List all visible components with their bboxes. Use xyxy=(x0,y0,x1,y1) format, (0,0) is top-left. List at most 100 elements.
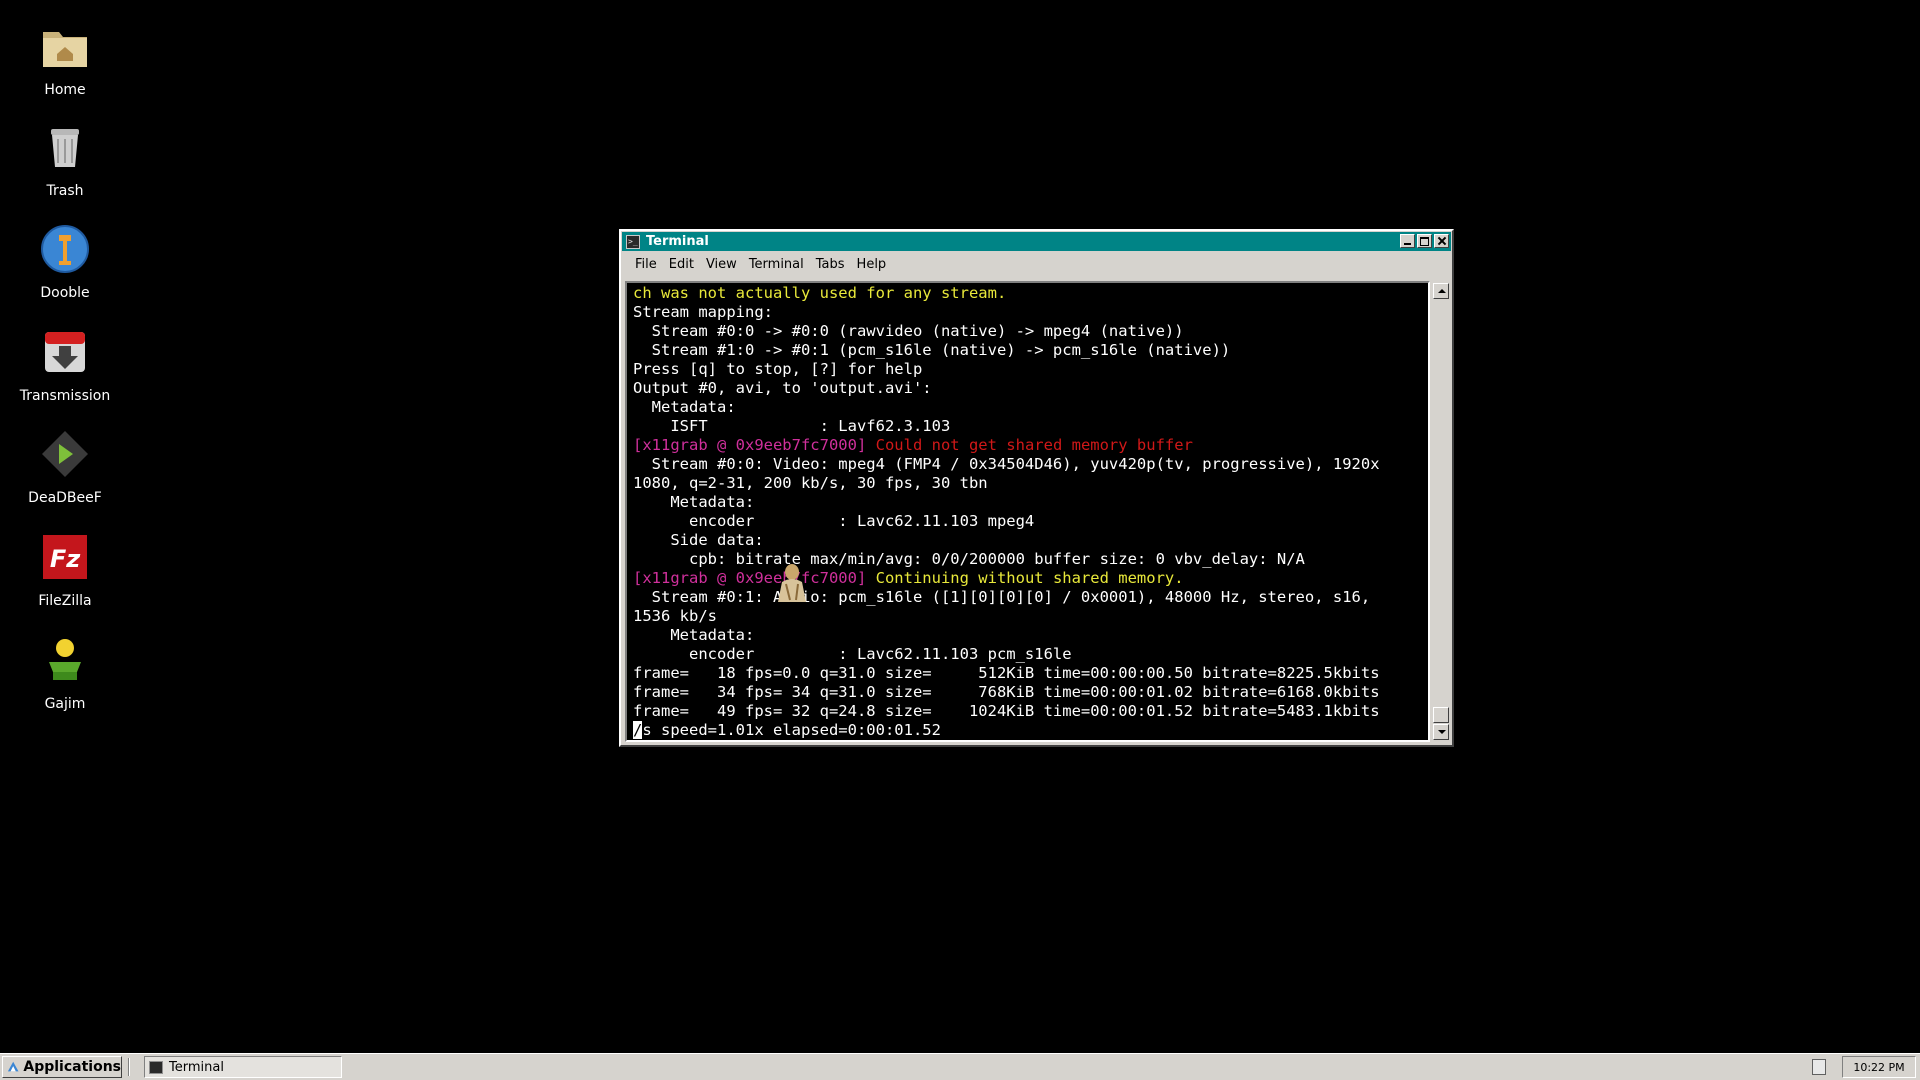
terminal-text-segment: Stream mapping: xyxy=(633,303,773,321)
menu-bar: File Edit View Terminal Tabs Help xyxy=(623,253,1450,275)
terminal-text-segment: Stream #0:1: Audio: pcm_s16le ([1][0][0]… xyxy=(633,588,1371,606)
desktop-icon-deadbeef[interactable]: DeaDBeeF xyxy=(0,428,130,506)
close-button[interactable] xyxy=(1434,234,1449,248)
terminal-line: ch was not actually used for any stream. xyxy=(633,284,1380,303)
desktop-icon-label: Transmission xyxy=(19,388,111,404)
terminal-text-segment: ISFT : Lavf62.3.103 xyxy=(633,417,951,435)
menu-help[interactable]: Help xyxy=(851,255,893,274)
terminal-line: Metadata: xyxy=(633,398,1380,417)
terminal-line: frame= 18 fps=0.0 q=31.0 size= 512KiB ti… xyxy=(633,664,1380,683)
terminal-line: Stream #0:0: Video: mpeg4 (FMP4 / 0x3450… xyxy=(633,455,1380,474)
terminal-text-segment: Stream #0:0: Video: mpeg4 (FMP4 / 0x3450… xyxy=(633,455,1380,473)
terminal-line: ISFT : Lavf62.3.103 xyxy=(633,417,1380,436)
dooble-browser-icon xyxy=(41,225,89,273)
desktop-icon-label: Gajim xyxy=(44,696,86,712)
terminal-line: /s speed=1.01x elapsed=0:00:01.52 xyxy=(633,721,1380,740)
desktop-icon-label: Home xyxy=(44,82,86,98)
terminal-line: Stream mapping: xyxy=(633,303,1380,322)
scrollbar-thumb[interactable] xyxy=(1433,707,1449,723)
deadbeef-player-icon xyxy=(42,431,88,477)
desktop-icon-filezilla[interactable]: Fz FileZilla xyxy=(0,531,130,609)
window-title: Terminal xyxy=(646,234,709,249)
terminal-text-segment: Continuing without shared memory. xyxy=(875,569,1184,587)
taskbar: Applications Terminal 10:22 PM xyxy=(0,1053,1920,1080)
taskbar-item-terminal[interactable]: Terminal xyxy=(144,1056,342,1078)
terminal-text-segment: [x11grab @ 0x9eeb7fc7000] xyxy=(633,569,876,587)
terminal-line: encoder : Lavc62.11.103 mpeg4 xyxy=(633,512,1380,531)
terminal-icon: >_ xyxy=(626,234,640,249)
terminal-line: 1536 kb/s xyxy=(633,607,1380,626)
terminal-text-segment: 1536 kb/s xyxy=(633,607,717,625)
terminal-text-segment: ch was not actually used for any stream. xyxy=(633,284,1007,302)
gajim-icon xyxy=(49,639,81,680)
terminal-line: frame= 34 fps= 34 q=31.0 size= 768KiB ti… xyxy=(633,683,1380,702)
menu-file[interactable]: File xyxy=(629,255,663,274)
desktop-icon-label: DeaDBeeF xyxy=(28,490,102,506)
scroll-up-arrow-icon[interactable] xyxy=(1433,283,1449,299)
menu-edit[interactable]: Edit xyxy=(663,255,700,274)
terminal-text-segment: frame= 34 fps= 34 q=31.0 size= 768KiB ti… xyxy=(633,683,1380,701)
trash-icon xyxy=(51,129,79,167)
desktop-icon-label: Trash xyxy=(46,183,84,199)
terminal-line: 1080, q=2-31, 200 kb/s, 30 fps, 30 tbn xyxy=(633,474,1380,493)
terminal-text-segment: Output #0, avi, to 'output.avi': xyxy=(633,379,932,397)
applications-label: Applications xyxy=(23,1059,121,1075)
terminal-text-segment: Side data: xyxy=(633,531,764,549)
terminal-text-segment: encoder : Lavc62.11.103 mpeg4 xyxy=(633,512,1035,530)
desktop-icon-home[interactable]: Home xyxy=(0,20,130,98)
terminal-line: frame= 49 fps= 32 q=24.8 size= 1024KiB t… xyxy=(633,702,1380,721)
applications-menu-button[interactable]: Applications xyxy=(2,1056,122,1078)
terminal-line: cpb: bitrate max/min/avg: 0/0/200000 buf… xyxy=(633,550,1380,569)
terminal-text: ch was not actually used for any stream.… xyxy=(633,284,1380,740)
mouse-pointer-icon xyxy=(778,564,806,602)
terminal-line: Side data: xyxy=(633,531,1380,550)
terminal-text-segment: encoder : Lavc62.11.103 pcm_s16le xyxy=(633,645,1072,663)
desktop-icon-gajim[interactable]: Gajim xyxy=(0,634,130,712)
terminal-text-segment: s speed=1.01x elapsed=0:00:01.52 xyxy=(642,721,941,739)
home-folder-icon xyxy=(43,32,87,67)
terminal-text-segment: Could not get shared memory buffer xyxy=(875,436,1193,454)
desktop-icon-label: Dooble xyxy=(40,285,90,301)
window-titlebar[interactable]: >_ Terminal xyxy=(622,232,1451,251)
terminal-text-segment: Stream #0:0 -> #0:0 (rawvideo (native) -… xyxy=(633,322,1184,340)
tray-clipboard-icon[interactable] xyxy=(1812,1059,1826,1075)
terminal-text-segment: Metadata: xyxy=(633,626,755,644)
terminal-output-area[interactable]: ch was not actually used for any stream.… xyxy=(625,281,1430,742)
window-controls xyxy=(1400,234,1449,248)
terminal-window[interactable]: >_ Terminal File Edit View Terminal Tabs… xyxy=(619,229,1454,747)
menu-terminal[interactable]: Terminal xyxy=(743,255,810,274)
desktop-icon-transmission[interactable]: Transmission xyxy=(0,326,130,404)
desktop-icon-dooble[interactable]: Dooble xyxy=(0,223,130,301)
filezilla-icon: Fz xyxy=(43,535,87,579)
terminal-text-segment: Stream #1:0 -> #0:1 (pcm_s16le (native) … xyxy=(633,341,1231,359)
terminal-text-segment: [x11grab @ 0x9eeb7fc7000] xyxy=(633,436,876,454)
terminal-cursor: / xyxy=(633,721,643,739)
desktop-icon-trash[interactable]: Trash xyxy=(0,121,130,199)
maximize-button[interactable] xyxy=(1417,234,1432,248)
scroll-down-arrow-icon[interactable] xyxy=(1433,724,1449,740)
terminal-line: [x11grab @ 0x9eeb7fc7000] Could not get … xyxy=(633,436,1380,455)
terminal-text-segment: Press [q] to stop, [?] for help xyxy=(633,360,923,378)
applications-icon xyxy=(7,1061,19,1072)
svg-text:Fz: Fz xyxy=(50,545,81,573)
terminal-text-segment: 1080, q=2-31, 200 kb/s, 30 fps, 30 tbn xyxy=(633,474,988,492)
taskbar-separator xyxy=(128,1058,130,1076)
desktop-icon-label: FileZilla xyxy=(38,593,92,609)
terminal-line: Stream #0:0 -> #0:0 (rawvideo (native) -… xyxy=(633,322,1380,341)
menu-view[interactable]: View xyxy=(700,255,743,274)
terminal-text-segment: Metadata: xyxy=(633,493,755,511)
terminal-icon xyxy=(149,1060,163,1074)
terminal-line: Stream #1:0 -> #0:1 (pcm_s16le (native) … xyxy=(633,341,1380,360)
clock[interactable]: 10:22 PM xyxy=(1842,1056,1916,1078)
taskbar-item-label: Terminal xyxy=(169,1059,224,1075)
terminal-text-segment: Metadata: xyxy=(633,398,736,416)
terminal-text-segment: frame= 18 fps=0.0 q=31.0 size= 512KiB ti… xyxy=(633,664,1380,682)
terminal-line: Stream #0:1: Audio: pcm_s16le ([1][0][0]… xyxy=(633,588,1380,607)
vertical-scrollbar[interactable] xyxy=(1432,281,1450,742)
terminal-text-segment: cpb: bitrate max/min/avg: 0/0/200000 buf… xyxy=(633,550,1305,568)
minimize-button[interactable] xyxy=(1400,234,1415,248)
terminal-line: Metadata: xyxy=(633,626,1380,645)
terminal-line: Press [q] to stop, [?] for help xyxy=(633,360,1380,379)
terminal-line: encoder : Lavc62.11.103 pcm_s16le xyxy=(633,645,1380,664)
menu-tabs[interactable]: Tabs xyxy=(810,255,851,274)
